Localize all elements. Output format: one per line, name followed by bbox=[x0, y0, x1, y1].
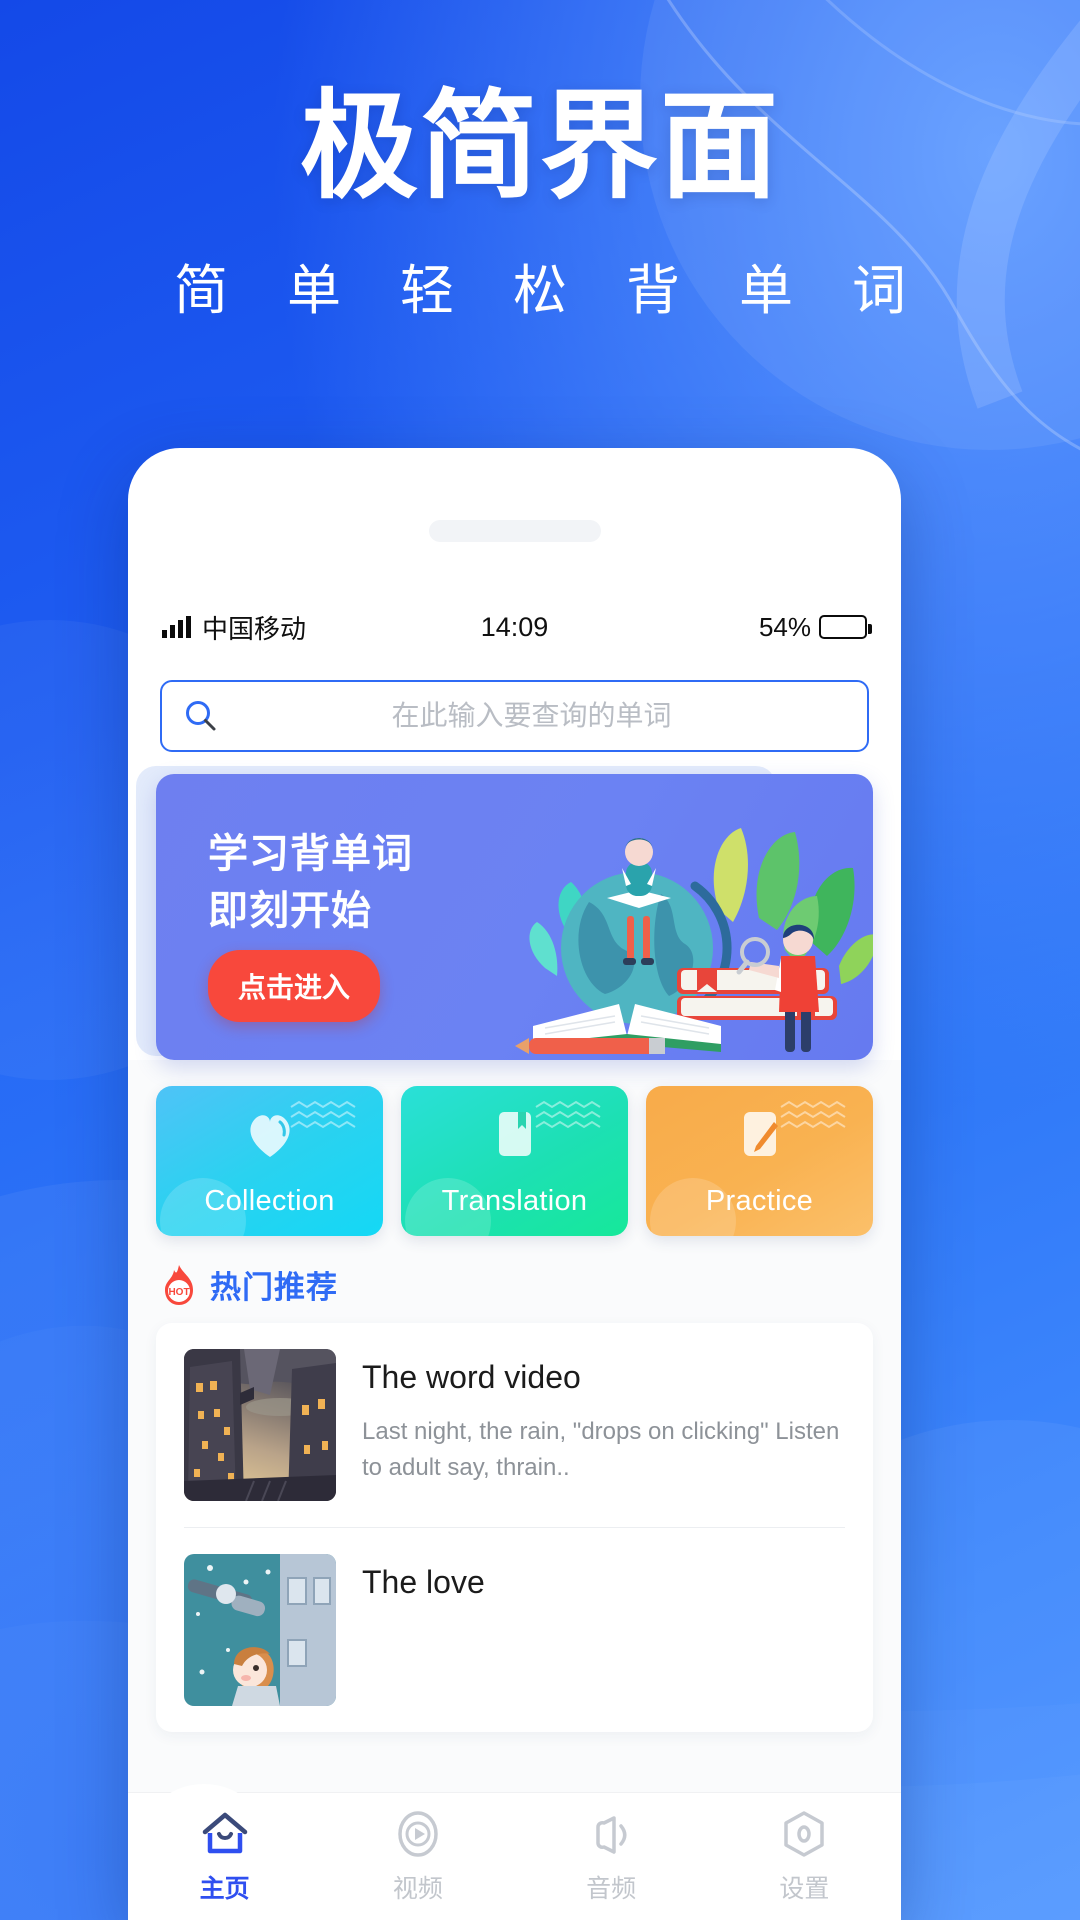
search-input[interactable] bbox=[218, 700, 845, 732]
feature-card-practice[interactable]: Practice bbox=[646, 1086, 873, 1236]
recommendation-list: The word video Last night, the rain, "dr… bbox=[156, 1323, 873, 1732]
phone-mockup: 中国移动 14:09 54% 在此输入要查询的单词 学习背单词 即刻开始 点击进… bbox=[128, 448, 901, 1920]
nav-label: 设置 bbox=[779, 1875, 830, 1903]
dark-fantasy-town-thumbnail bbox=[184, 1349, 336, 1501]
bookmark-icon bbox=[498, 1112, 531, 1156]
heart-icon bbox=[249, 1115, 290, 1157]
bottom-navigation: 主页 视频 音频 设置 bbox=[128, 1784, 901, 1920]
search-icon bbox=[186, 701, 216, 731]
svg-text:HOT: HOT bbox=[168, 1287, 189, 1298]
search-bar[interactable] bbox=[160, 680, 869, 752]
page-subtitle: 简 单 轻 松 背 单 词 bbox=[173, 261, 929, 321]
list-item-body: The love bbox=[362, 1554, 845, 1706]
signal-bars-icon bbox=[162, 616, 191, 638]
feature-cards: Collection Translation Practice bbox=[128, 1060, 901, 1236]
nav-item-settings[interactable]: 设置 bbox=[708, 1793, 901, 1920]
list-item-title: The word video bbox=[362, 1359, 581, 1395]
carrier-label: 中国移动 bbox=[202, 613, 307, 644]
feature-card-collection[interactable]: Collection bbox=[156, 1086, 383, 1236]
banner-text: 学习背单词 即刻开始 bbox=[208, 826, 413, 940]
hot-section-header: HOT 热门推荐 bbox=[128, 1236, 901, 1307]
search-section bbox=[128, 658, 901, 752]
list-item-body: The word video Last night, the rain, "dr… bbox=[362, 1349, 845, 1501]
status-bar-time: 14:09 bbox=[480, 611, 549, 642]
hot-flame-icon: HOT bbox=[165, 1264, 193, 1305]
gear-hex-icon bbox=[784, 1811, 825, 1857]
pencil-note-icon bbox=[743, 1112, 778, 1156]
feature-card-translation[interactable]: Translation bbox=[401, 1086, 628, 1236]
squiggle-decor-icon bbox=[535, 1100, 601, 1129]
speaker-icon bbox=[596, 1816, 627, 1854]
status-bar-left: 中国移动 bbox=[162, 609, 397, 646]
feature-card-label: Translation bbox=[441, 1185, 588, 1217]
boy-telescope-night-thumbnail bbox=[184, 1554, 336, 1706]
status-bar: 中国移动 14:09 54% bbox=[128, 596, 901, 658]
phone-speaker bbox=[428, 520, 601, 542]
enter-button[interactable]: 点击进入 bbox=[208, 950, 381, 1022]
status-bar-right: 54% bbox=[632, 611, 872, 643]
play-circle-icon bbox=[398, 1811, 438, 1857]
nav-item-video[interactable]: 视频 bbox=[321, 1793, 514, 1920]
nav-item-home[interactable]: 主页 bbox=[128, 1793, 321, 1920]
hot-section-title: 热门推荐 bbox=[210, 1270, 338, 1305]
banner-line-1: 学习背单词 bbox=[208, 832, 413, 876]
home-icon bbox=[202, 1812, 247, 1854]
page-title: 极简界面 bbox=[299, 81, 780, 213]
list-item[interactable]: The love bbox=[184, 1528, 845, 1732]
feature-card-label: Collection bbox=[204, 1185, 335, 1217]
promo-banner-card[interactable]: 学习背单词 即刻开始 点击进入 bbox=[156, 774, 873, 1060]
nav-label: 音频 bbox=[586, 1875, 637, 1903]
squiggle-decor-icon bbox=[290, 1100, 356, 1129]
nav-item-audio[interactable]: 音频 bbox=[515, 1793, 708, 1920]
feature-card-label: Practice bbox=[705, 1185, 814, 1217]
squiggle-decor-icon bbox=[780, 1100, 846, 1129]
banner-line-2: 即刻开始 bbox=[208, 888, 372, 933]
phone-screen: 中国移动 14:09 54% 在此输入要查询的单词 学习背单词 即刻开始 点击进… bbox=[128, 596, 901, 1920]
list-item-description: Last night, the rain, "drops on clicking… bbox=[362, 1418, 840, 1481]
promo-header: 极简界面 简 单 轻 松 背 单 词 bbox=[0, 0, 1080, 420]
list-item-title: The love bbox=[362, 1564, 485, 1600]
nav-label: 主页 bbox=[199, 1875, 250, 1903]
battery-icon bbox=[819, 615, 872, 639]
battery-percent-label: 54% bbox=[758, 611, 811, 642]
study-globe-books-illustration bbox=[515, 828, 873, 1054]
banner-section: 学习背单词 即刻开始 点击进入 bbox=[128, 752, 901, 1060]
nav-label: 视频 bbox=[392, 1875, 443, 1903]
list-item[interactable]: The word video Last night, the rain, "dr… bbox=[184, 1323, 845, 1528]
